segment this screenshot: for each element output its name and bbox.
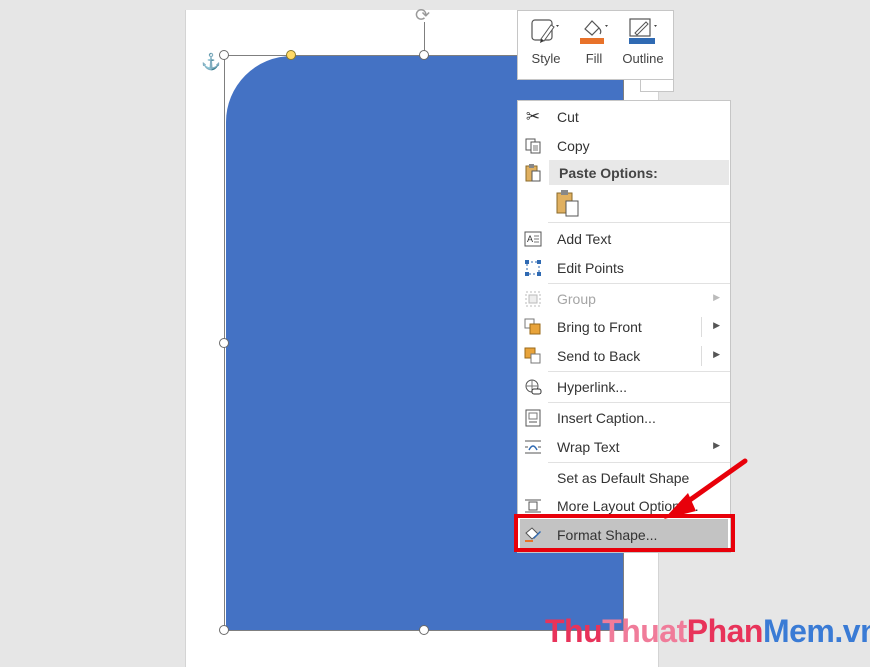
fill-label: Fill — [585, 51, 603, 66]
menu-item-label: Wrap Text — [557, 439, 620, 455]
style-button[interactable]: Style — [521, 15, 571, 75]
resize-handle-top-left[interactable] — [219, 50, 229, 60]
caption-icon — [523, 409, 543, 427]
outline-button[interactable]: Outline — [618, 15, 668, 75]
menu-separator — [548, 222, 730, 223]
menu-separator — [548, 371, 730, 372]
outline-pen-icon — [629, 18, 657, 44]
style-label: Style — [531, 51, 561, 66]
menu-item-label: Hyperlink... — [557, 379, 628, 395]
group-icon — [523, 290, 543, 308]
menu-item-label: Copy — [557, 138, 590, 154]
bring-to-front-icon — [523, 318, 543, 336]
add-text-icon: A — [523, 230, 543, 248]
rotate-handle-icon[interactable]: ⟳ — [415, 6, 430, 24]
red-arrow-icon — [664, 458, 748, 519]
menu-item-label: Add Text — [557, 231, 612, 247]
resize-handle-bottom[interactable] — [419, 625, 429, 635]
watermark-part: Phan — [686, 613, 764, 649]
scissors-icon: ✂ — [525, 107, 541, 126]
menu-item-hyperlink[interactable]: Hyperlink... — [518, 373, 730, 401]
menu-item-send-to-back[interactable]: Send to Back ▶ — [518, 342, 730, 370]
menu-item-bring-to-front[interactable]: Bring to Front ▶ — [518, 313, 730, 341]
style-icon — [531, 19, 559, 43]
menu-item-label: Send to Back — [557, 348, 641, 364]
paste-icon — [523, 164, 543, 182]
copy-icon — [523, 137, 543, 155]
outline-label: Outline — [622, 51, 664, 66]
submenu-arrow-icon: ▶ — [713, 292, 720, 302]
menu-separator — [548, 402, 730, 403]
menu-item-group[interactable]: Group ▶ — [518, 285, 730, 313]
svg-text:A: A — [527, 234, 533, 244]
menu-item-label: Bring to Front — [557, 319, 642, 335]
edit-points-icon — [523, 259, 543, 277]
paste-header-icon-cell — [518, 159, 548, 187]
submenu-divider — [701, 317, 702, 337]
resize-handle-top[interactable] — [419, 50, 429, 60]
submenu-arrow-icon: ▶ — [713, 320, 720, 330]
resize-handle-left[interactable] — [219, 338, 229, 348]
layout-options-icon — [523, 497, 543, 515]
hyperlink-icon — [523, 378, 543, 396]
watermark-part: Thuat — [602, 613, 687, 649]
corner-adjust-handle[interactable] — [286, 50, 296, 60]
menu-item-label: Cut — [557, 109, 579, 125]
menu-item-cut[interactable]: ✂ Cut — [518, 103, 730, 131]
submenu-divider — [701, 346, 702, 366]
paste-keep-formatting-button[interactable] — [554, 189, 584, 219]
mini-toolbar: Style Fill Outline — [517, 10, 674, 80]
menu-item-label: Insert Caption... — [557, 410, 656, 426]
fill-button[interactable]: Fill — [569, 15, 619, 75]
menu-item-add-text[interactable]: A Add Text — [518, 225, 730, 253]
watermark: ThuThuatPhanMem.vn — [545, 613, 870, 650]
resize-handle-bottom-left[interactable] — [219, 625, 229, 635]
menu-item-insert-caption[interactable]: Insert Caption... — [518, 404, 730, 432]
paste-options-header: Paste Options: — [549, 160, 729, 185]
watermark-part: Thu — [545, 613, 603, 649]
mini-toolbar-tail — [640, 80, 674, 92]
paste-picture-icon — [556, 190, 579, 217]
menu-item-label: Group — [557, 291, 596, 307]
send-to-back-icon — [523, 347, 543, 365]
fill-bucket-icon — [580, 20, 608, 44]
menu-item-edit-points[interactable]: Edit Points — [518, 254, 730, 282]
submenu-arrow-icon: ▶ — [713, 349, 720, 359]
menu-item-label: Edit Points — [557, 260, 624, 276]
menu-item-copy[interactable]: Copy — [518, 132, 730, 160]
submenu-arrow-icon: ▶ — [713, 440, 720, 450]
wrap-text-icon — [523, 438, 543, 456]
watermark-part: Mem.vn — [762, 613, 870, 649]
paste-options-label: Paste Options: — [559, 165, 658, 181]
anchor-icon: ⚓ — [201, 54, 221, 71]
menu-separator — [548, 283, 730, 284]
